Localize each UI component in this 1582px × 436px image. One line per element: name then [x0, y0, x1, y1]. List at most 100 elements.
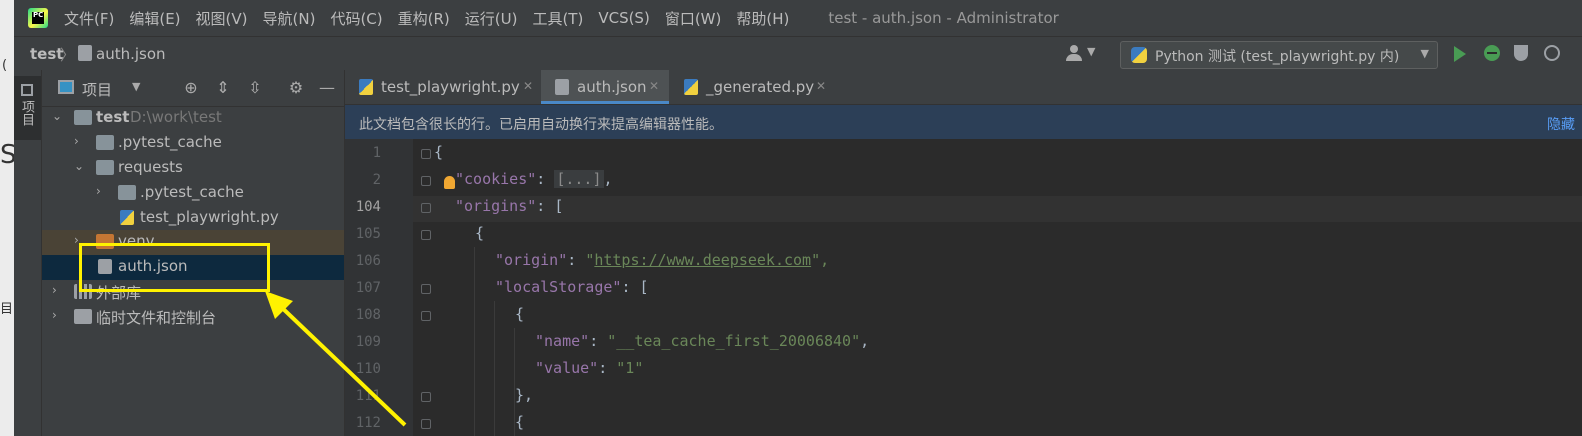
- menu-file[interactable]: 文件(F): [64, 8, 114, 29]
- menu-window[interactable]: 窗口(W): [665, 8, 722, 29]
- tree-item-label: requests: [118, 158, 183, 176]
- tab-label: _generated.py: [706, 78, 815, 96]
- fold-marker-icon[interactable]: [421, 203, 431, 213]
- menu-vcs[interactable]: VCS(S): [598, 9, 649, 27]
- tab-generated[interactable]: _generated.py ✕: [670, 70, 840, 104]
- navigation-bar: test 〉 auth.json ▼ Python 测试 (test_playw…: [14, 36, 1582, 72]
- profile-icon[interactable]: [1544, 45, 1560, 61]
- background-window-edge: ( S 目: [0, 0, 17, 436]
- background-char: (: [2, 58, 8, 73]
- menu-code[interactable]: 代码(C): [330, 8, 382, 29]
- line-number: 106: [355, 253, 381, 269]
- chevron-right-icon[interactable]: ›: [52, 283, 57, 297]
- code-line: {: [515, 413, 525, 431]
- chevron-right-icon[interactable]: ›: [96, 184, 101, 198]
- code-line: },: [515, 386, 534, 404]
- chevron-down-icon[interactable]: ⌄: [52, 109, 62, 123]
- expand-all-icon[interactable]: ⇕: [214, 79, 232, 97]
- code-line: "name": "__tea_cache_first_20006840",: [535, 332, 870, 350]
- project-tool-tab[interactable]: 项目: [14, 76, 41, 140]
- close-icon[interactable]: ✕: [816, 79, 826, 93]
- tree-item-label: .pytest_cache: [118, 133, 222, 151]
- chevron-down-icon[interactable]: ⌄: [74, 159, 84, 173]
- python-test-icon: [1131, 47, 1147, 63]
- tree-item-label: 临时文件和控制台: [96, 309, 217, 327]
- menu-refactor[interactable]: 重构(R): [398, 8, 450, 29]
- menu-view[interactable]: 视图(V): [196, 8, 248, 29]
- json-file-icon: [78, 45, 92, 61]
- indent-guide: [494, 301, 495, 436]
- chevron-right-icon[interactable]: ›: [52, 308, 57, 322]
- collapse-all-icon[interactable]: ⇳: [246, 79, 264, 97]
- menu-help[interactable]: 帮助(H): [736, 8, 789, 29]
- menu-tools[interactable]: 工具(T): [532, 8, 583, 29]
- fold-marker-icon[interactable]: [421, 311, 431, 321]
- project-tool-label: 项目: [19, 100, 34, 126]
- locate-file-icon[interactable]: ⊕: [182, 79, 200, 97]
- code-line: "cookies": [...],: [455, 170, 613, 188]
- tree-item-requests-pytest-cache[interactable]: › .pytest_cache: [42, 181, 344, 206]
- json-file-icon: [555, 79, 569, 95]
- background-char: 目: [0, 302, 14, 317]
- close-icon[interactable]: ✕: [649, 79, 659, 93]
- scratch-console-icon: [74, 309, 92, 324]
- tab-label: auth.json: [577, 78, 647, 96]
- gear-icon[interactable]: ⚙: [287, 79, 305, 97]
- user-icon[interactable]: [1066, 45, 1082, 61]
- code-line: "origin": "https://www.deepseek.com",: [495, 251, 830, 269]
- tree-item-test[interactable]: ⌄ test D:\work\test: [42, 106, 344, 131]
- notification-text: 此文档包含很长的行。已启用自动换行来提高编辑器性能。: [359, 117, 723, 133]
- python-file-icon: [359, 79, 373, 95]
- tree-item-requests[interactable]: ⌄ requests: [42, 156, 344, 181]
- folder-icon: [96, 135, 114, 150]
- menu-bar: PC 文件(F) 编辑(E) 视图(V) 导航(N) 代码(C) 重构(R) 运…: [14, 0, 1582, 36]
- fold-marker-icon[interactable]: [421, 284, 431, 294]
- fold-marker-icon[interactable]: [421, 419, 431, 429]
- python-file-icon: [120, 210, 134, 225]
- annotation-highlight-box: [79, 243, 270, 292]
- tool-window-strip: 项目: [14, 70, 42, 436]
- tab-test-playwright[interactable]: test_playwright.py ✕: [345, 70, 540, 104]
- menu-run[interactable]: 运行(U): [465, 8, 518, 29]
- code-line: "value": "1": [535, 359, 644, 377]
- breadcrumb-separator: 〉: [60, 46, 76, 64]
- code-line: "origins": [: [455, 197, 564, 215]
- hide-panel-icon[interactable]: —: [318, 79, 336, 97]
- tab-label: test_playwright.py: [381, 78, 520, 96]
- fold-marker-icon[interactable]: [421, 392, 431, 402]
- breadcrumb-file[interactable]: auth.json: [96, 45, 166, 63]
- fold-marker-icon[interactable]: [421, 176, 431, 186]
- code-line: {: [515, 305, 525, 323]
- tree-item-test-playwright[interactable]: test_playwright.py: [42, 206, 344, 231]
- hide-notification-link[interactable]: 隐藏: [1547, 114, 1575, 134]
- project-panel-title[interactable]: 项目: [82, 79, 112, 100]
- folded-region[interactable]: [...]: [554, 170, 604, 188]
- annotation-arrow-icon: [265, 291, 407, 427]
- fold-marker-icon[interactable]: [421, 230, 431, 240]
- tab-auth-json[interactable]: auth.json ✕: [541, 70, 669, 104]
- code-line: "localStorage": [: [495, 278, 649, 296]
- chevron-down-icon[interactable]: ▼: [132, 80, 140, 93]
- fold-marker-icon[interactable]: [421, 149, 431, 159]
- editor-tabs: test_playwright.py ✕ auth.json ✕ _genera…: [345, 70, 1582, 105]
- close-icon[interactable]: ✕: [523, 79, 533, 93]
- current-line-highlight: [413, 196, 1582, 222]
- menu-edit[interactable]: 编辑(E): [129, 8, 180, 29]
- folder-icon: [118, 185, 136, 200]
- lightbulb-icon[interactable]: [444, 176, 455, 189]
- menu-navigate[interactable]: 导航(N): [263, 8, 316, 29]
- run-configuration-select[interactable]: Python 测试 (test_playwright.py 内) ▼: [1120, 41, 1438, 69]
- debug-bug-icon[interactable]: [1484, 45, 1500, 61]
- folder-icon: [96, 160, 114, 175]
- breadcrumb-project[interactable]: test: [30, 45, 63, 63]
- line-number-current: 104: [355, 199, 381, 215]
- tree-item-pytest-cache[interactable]: › .pytest_cache: [42, 131, 344, 156]
- code-line: {: [434, 143, 444, 161]
- run-icon[interactable]: [1454, 46, 1466, 62]
- chevron-right-icon[interactable]: ›: [74, 134, 79, 148]
- coverage-shield-icon[interactable]: [1514, 45, 1528, 61]
- folder-icon: [21, 84, 33, 96]
- url-link[interactable]: https://www.deepseek.com: [594, 251, 811, 269]
- line-number: 1: [372, 145, 381, 161]
- chevron-down-icon[interactable]: ▼: [1087, 45, 1095, 58]
